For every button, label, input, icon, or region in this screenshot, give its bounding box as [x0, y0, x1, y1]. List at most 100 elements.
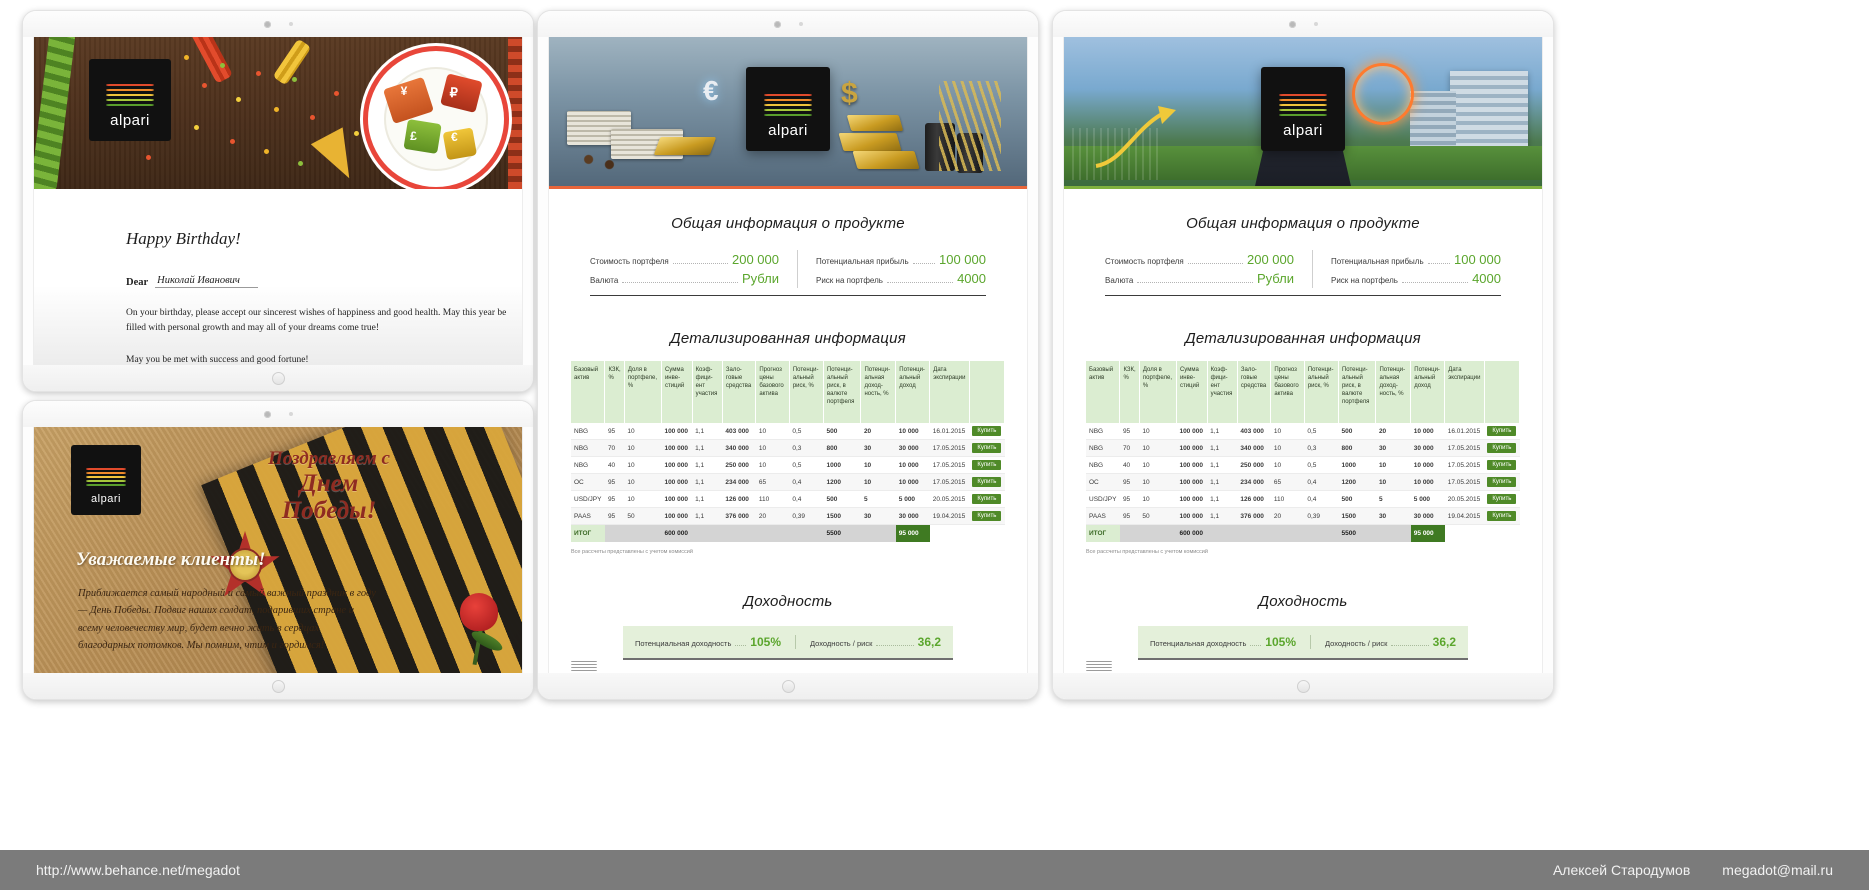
alpari-mountains-icon [1279, 92, 1327, 118]
cell-investment: 100 000 [1176, 439, 1208, 457]
portfolio-url[interactable]: http://www.behance.net/megadot [36, 862, 240, 878]
buy-button[interactable]: Купить [1487, 443, 1517, 453]
product-report: alpari Общая информация о продукте Стоим… [1064, 37, 1542, 673]
streamer-edge-icon [508, 37, 522, 189]
col-share: Доля в портфеле, % [1139, 361, 1177, 423]
camera-icon [1288, 20, 1296, 28]
cell-kzk: 95 [1119, 507, 1140, 525]
cell-asset: NBG [571, 423, 605, 440]
tablet-birthday-email: alpari ₽ ¥ £ € Happy Birthday! Dear Нико… [22, 10, 534, 392]
camera-icon [263, 20, 271, 28]
cell-collateral: 126 000 [1237, 490, 1271, 508]
buy-button[interactable]: Купить [1487, 460, 1517, 470]
total-label: ИТОГ [1086, 524, 1120, 542]
dear-label: Dear [126, 277, 149, 288]
cell-income: 5 000 [1410, 490, 1445, 508]
general-info-col-right: Потенциальная прибыль 100 000 Риск на по… [1312, 250, 1501, 288]
total-label: ИТОГ [571, 524, 605, 542]
home-button[interactable] [271, 371, 285, 385]
total-blank [930, 525, 970, 543]
general-info-title: Общая информация о продукте [671, 215, 905, 232]
total-investments: 600 000 [661, 524, 693, 542]
buy-button[interactable]: Купить [1487, 426, 1517, 436]
report-hero-banner: alpari [1064, 37, 1542, 189]
author-email[interactable]: megadot@mail.ru [1722, 862, 1833, 878]
table-row: USD/JPY 95 10 100 000 1,1 126 000 110 0,… [1086, 490, 1520, 508]
buy-button[interactable]: Купить [972, 426, 1002, 436]
total-potential-income: 95 000 [895, 524, 930, 542]
yield-label: Потенциальная доходность [1150, 639, 1247, 648]
cell-expiry: 20.05.2015 [929, 490, 970, 508]
total-blank [860, 524, 896, 542]
dot-leader [1250, 645, 1262, 646]
home-button[interactable] [781, 679, 795, 693]
tablet-product-report-middle: € $ alpari Общая информация о продукте С… [537, 10, 1039, 700]
yield-value: 105% [750, 635, 781, 649]
col-share: Доля в портфеле, % [624, 361, 662, 423]
col-kzk: КЗК, % [1119, 361, 1140, 423]
cell-expiry: 17.05.2015 [929, 439, 970, 457]
cell-share: 50 [1139, 507, 1177, 525]
buy-button[interactable]: Купить [1487, 511, 1517, 521]
col-yield-pct: Потенци-альная доход-ность, % [860, 361, 897, 423]
cell-collateral: 376 000 [1237, 507, 1271, 525]
yield-col-left: Потенциальная доходность 105% [1150, 635, 1296, 649]
cell-income: 10 000 [1410, 423, 1445, 440]
table-row: PAAS 95 50 100 000 1,1 376 000 20 0,39 1… [571, 507, 1005, 525]
buy-button[interactable]: Купить [972, 460, 1002, 470]
buy-button[interactable]: Купить [972, 443, 1002, 453]
buy-button[interactable]: Купить [972, 477, 1002, 487]
author-credits: Алексей Стародумов megadot@mail.ru [1553, 862, 1833, 878]
info-value: Рубли [1256, 271, 1294, 286]
total-risk-currency: 5500 [823, 524, 861, 542]
dot-leader [735, 645, 747, 646]
cell-share: 10 [624, 473, 662, 491]
buy-button[interactable]: Купить [1487, 477, 1517, 487]
report-body: Общая информация о продукте Стоимость по… [549, 189, 1027, 673]
birthday-hero-banner: alpari ₽ ¥ £ € [34, 37, 522, 189]
alpari-mountains-icon [571, 660, 597, 673]
cell-income: 30 000 [895, 507, 930, 525]
dot-leader [1401, 282, 1469, 283]
report-footer: alpari www.alpari.ru — Форекс брокер мир… [1086, 660, 1520, 673]
table-header-row: Базовый актив КЗК, % Доля в портфеле, % … [571, 361, 1006, 423]
dot-leader [912, 263, 935, 264]
home-button[interactable] [271, 679, 285, 693]
tablet-bezel-bottom [538, 673, 1038, 699]
col-action [969, 361, 1006, 423]
col-base-asset: Базовый актив [571, 361, 606, 423]
cell-income: 10 000 [1410, 456, 1445, 474]
cell-yield-pct: 30 [860, 439, 896, 457]
cell-forecast: 10 [755, 423, 790, 440]
cell-investment: 100 000 [1176, 507, 1208, 525]
cell-income: 10 000 [1410, 473, 1445, 491]
yield-box: Потенциальная доходность 105% Доходность… [1138, 626, 1468, 660]
buy-button[interactable]: Купить [972, 494, 1002, 504]
total-blank [1237, 524, 1271, 542]
info-row: Потенциальная прибыль 100 000 [816, 250, 986, 269]
cell-share: 10 [624, 423, 662, 440]
tablet-bezel-bottom [1053, 673, 1553, 699]
info-value: 200 000 [1247, 252, 1294, 267]
camera-icon [773, 20, 781, 28]
confetti-icon [230, 139, 235, 144]
cell-risk-pct: 0,3 [1304, 439, 1339, 457]
home-button[interactable] [1296, 679, 1310, 693]
info-label: Потенциальная прибыль [816, 257, 909, 266]
cell-risk-pct: 0,4 [789, 473, 824, 491]
buy-button[interactable]: Купить [972, 511, 1002, 521]
total-blank [1139, 524, 1177, 542]
cell-asset: NBG [1086, 456, 1120, 474]
cell-action: Купить [1484, 507, 1520, 525]
alpari-wordmark: alpari [91, 493, 121, 505]
total-blank [1375, 524, 1411, 542]
cell-forecast: 10 [755, 439, 790, 457]
info-label: Риск на портфель [816, 276, 883, 285]
col-expiry-date: Дата экспирации [929, 361, 970, 423]
cell-participation: 1,1 [1207, 473, 1238, 491]
yield-col-right: Доходность / риск 36,2 [795, 635, 941, 649]
buy-button[interactable]: Купить [1487, 494, 1517, 504]
cell-kzk: 95 [1119, 423, 1140, 440]
currency-yen-icon: ¥ [400, 83, 408, 98]
cell-risk-pct: 0,5 [1304, 456, 1339, 474]
